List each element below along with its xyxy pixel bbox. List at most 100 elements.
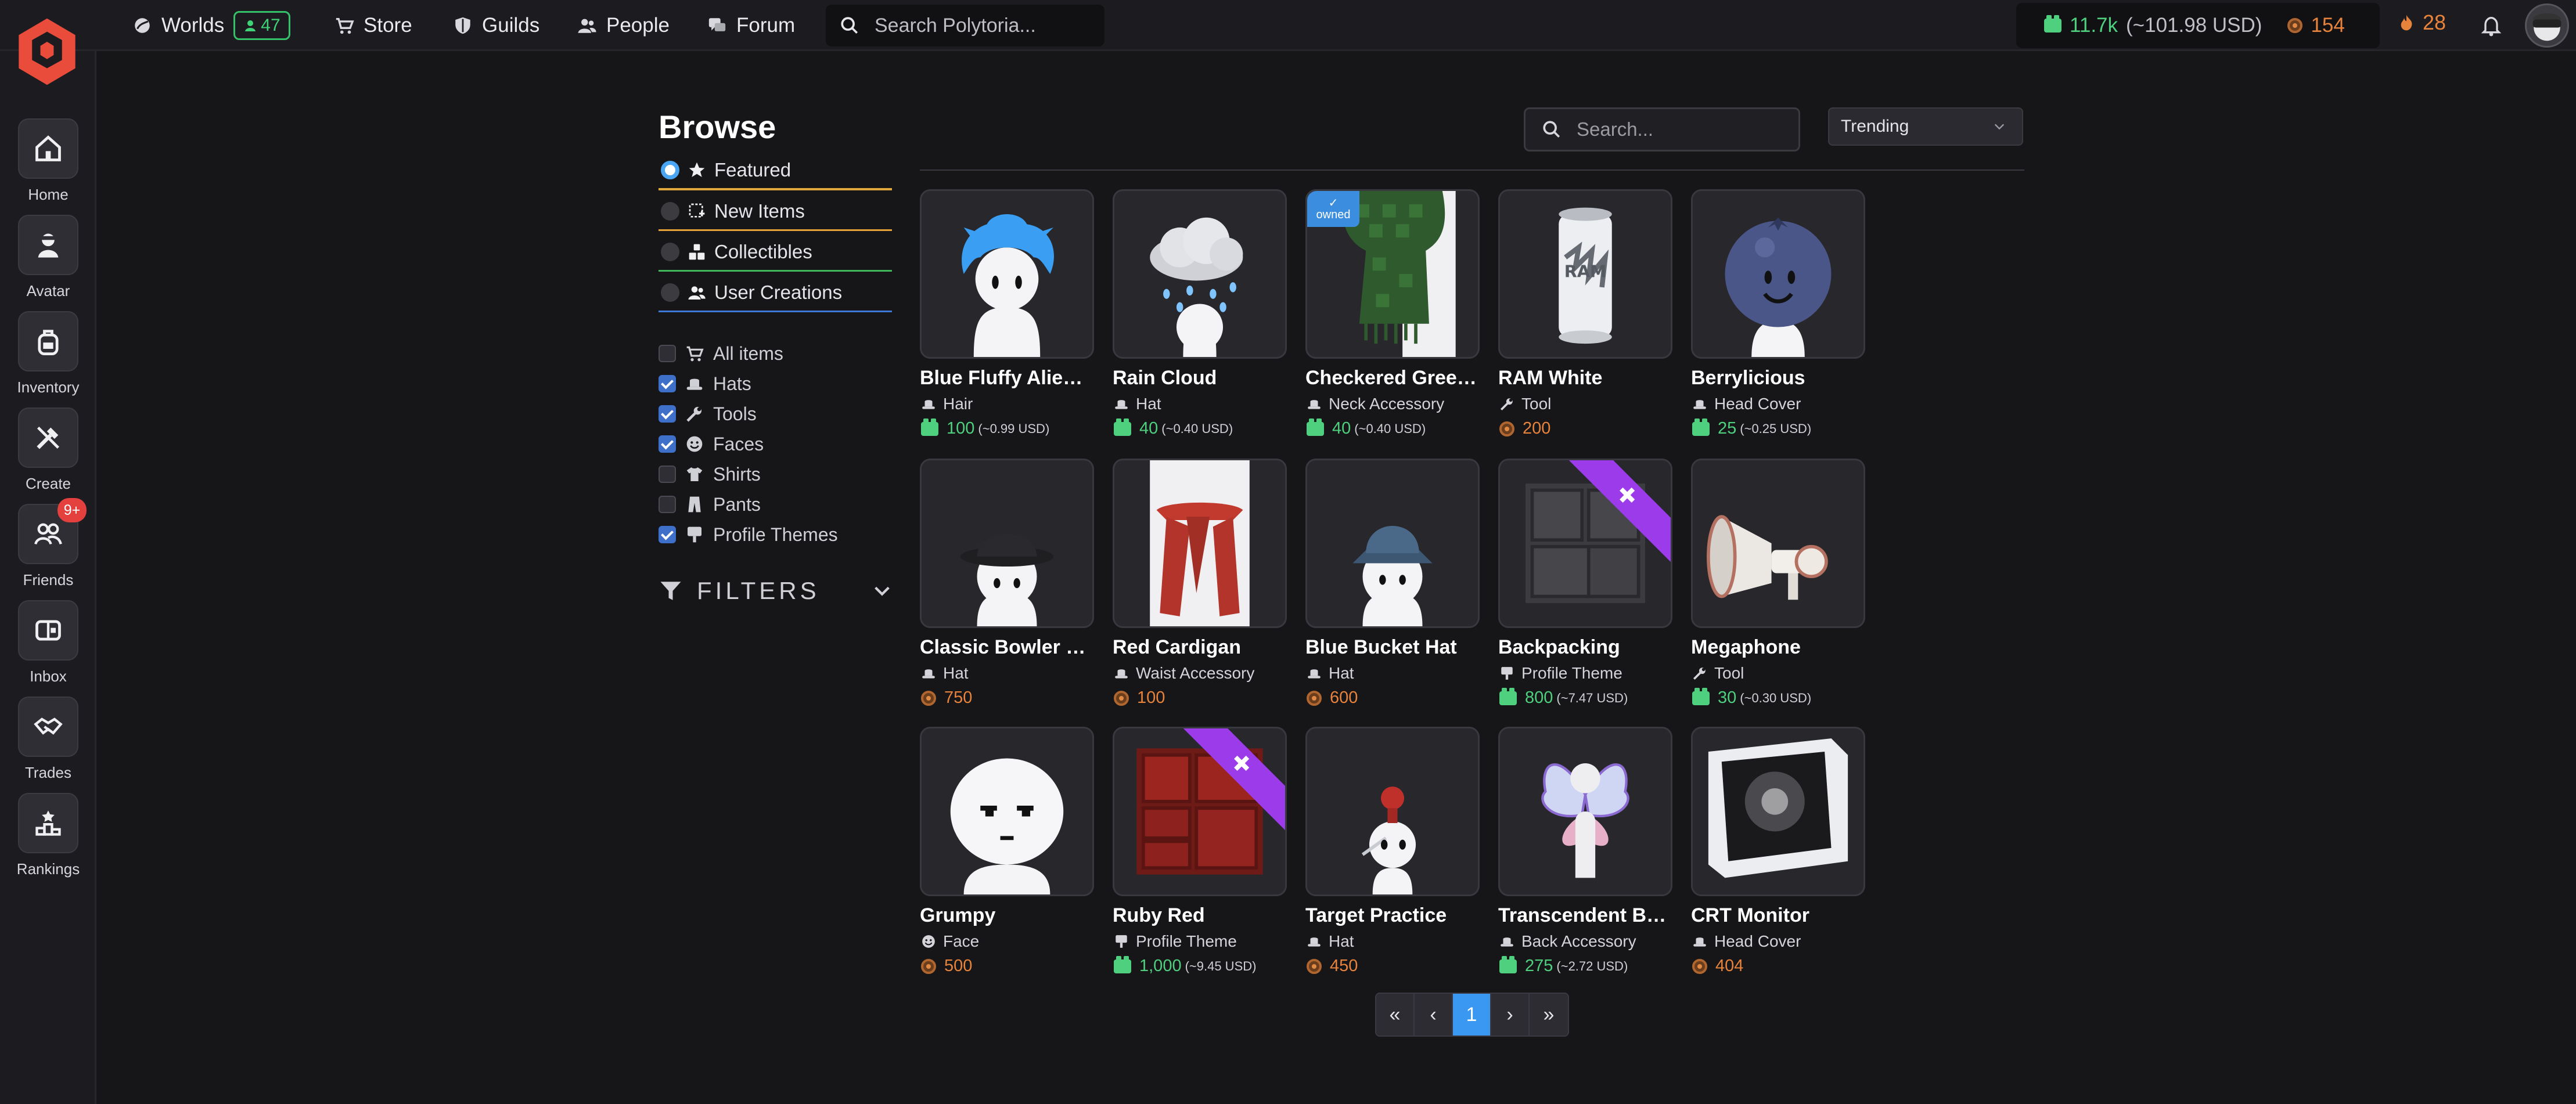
type-filter-faces[interactable]: Faces [659,431,764,457]
item-thumbnail[interactable]: RAM [1498,189,1672,359]
item-thumbnail[interactable] [920,459,1094,628]
item-thumbnail[interactable] [1113,189,1287,359]
item-card[interactable]: ✚ Backpacking Profile Theme 800 (~7.47 US… [1498,459,1672,745]
item-card[interactable]: ✓ owned Checkered Green... Neck Accessory… [1305,189,1480,476]
item-card[interactable]: CRT Monitor Head Cover 404 [1691,727,1865,1013]
page-1-button[interactable]: 1 [1453,994,1491,1036]
category-collectibles[interactable]: Collectibles [659,233,892,272]
category-user-creations[interactable]: User Creations [659,274,892,312]
item-thumbnail[interactable]: ✓ owned [1305,189,1480,359]
item-name[interactable]: Ruby Red [1113,904,1287,927]
item-thumbnail[interactable] [1305,459,1480,628]
item-name[interactable]: Backpacking [1498,636,1672,659]
item-name[interactable]: Grumpy [920,904,1094,927]
type-filter-all-items[interactable]: All items [659,340,783,367]
checkbox[interactable] [659,496,676,513]
sidebar-item-rankings[interactable]: Rankings [0,793,96,878]
currency-balance[interactable]: 11.7k (~101.98 USD) 154 [2016,3,2380,48]
item-name[interactable]: Blue Bucket Hat [1305,636,1480,659]
item-thumbnail[interactable] [920,727,1094,896]
nav-people[interactable]: People [577,10,670,41]
item-card[interactable]: Transcendent But... Back Accessory 275 (~… [1498,727,1672,1013]
checkbox-checked[interactable] [659,405,676,423]
rankings-button[interactable] [18,793,78,853]
item-thumbnail[interactable] [1113,459,1287,628]
item-card[interactable]: Rain Cloud Hat 40 (~0.40 USD) [1113,189,1287,476]
item-card[interactable]: Blue Fluffy Alien ... Hair 100 (~0.99 USD… [920,189,1094,476]
item-card[interactable]: Grumpy Face 500 [920,727,1094,1013]
sidebar-item-friends[interactable]: 9+ Friends [0,498,96,589]
item-card[interactable]: Classic Bowler Hat Hat 750 [920,459,1094,745]
item-name[interactable]: RAM White [1498,367,1672,389]
item-name[interactable]: Megaphone [1691,636,1865,659]
item-thumbnail[interactable]: ✚ [1498,459,1672,628]
first-page-button[interactable]: « [1376,994,1415,1036]
item-thumbnail[interactable] [920,189,1094,359]
inventory-button[interactable] [18,311,78,371]
item-card[interactable]: Target Practice Hat 450 [1305,727,1480,1013]
radio-unselected[interactable] [661,242,679,261]
type-filter-hats[interactable]: Hats [659,370,751,397]
last-page-button[interactable]: » [1530,994,1568,1036]
item-card[interactable]: RAM RAM White Tool 200 [1498,189,1672,476]
nav-guilds[interactable]: Guilds [453,10,539,41]
item-search-input[interactable]: Search... [1524,107,1800,151]
nav-store[interactable]: Store [334,10,412,41]
create-button[interactable] [18,407,78,468]
item-card[interactable]: ✚ Ruby Red Profile Theme 1,000 (~9.45 USD… [1113,727,1287,1013]
filters-toggle[interactable]: FILTERS [659,575,892,607]
item-thumbnail[interactable] [1691,189,1865,359]
bell-icon[interactable] [2480,13,2503,38]
checkbox[interactable] [659,345,676,362]
radio-unselected[interactable] [661,201,679,221]
sidebar-item-trades[interactable]: Trades [0,697,96,782]
item-card[interactable]: Red Cardigan Waist Accessory 100 [1113,459,1287,745]
next-page-button[interactable]: › [1491,994,1530,1036]
item-name[interactable]: CRT Monitor [1691,904,1865,927]
item-thumbnail[interactable] [1305,727,1480,896]
checkbox-checked[interactable] [659,435,676,453]
item-thumbnail[interactable] [1498,727,1672,896]
checkbox[interactable] [659,466,676,483]
item-card[interactable]: Megaphone Tool 30 (~0.30 USD) [1691,459,1865,745]
item-name[interactable]: Blue Fluffy Alien ... [920,367,1094,389]
item-thumbnail[interactable] [1691,727,1865,896]
item-name[interactable]: Checkered Green... [1305,367,1480,389]
item-name[interactable]: Red Cardigan [1113,636,1287,659]
item-name[interactable]: Berrylicious [1691,367,1865,389]
prev-page-button[interactable]: ‹ [1415,994,1453,1036]
global-search-input[interactable]: Search Polytoria... [826,5,1104,46]
radio-selected[interactable] [661,161,679,179]
checkbox-checked[interactable] [659,375,676,392]
item-name[interactable]: Classic Bowler Hat [920,636,1094,659]
inbox-button[interactable] [18,600,78,661]
type-filter-pants[interactable]: Pants [659,491,761,518]
radio-unselected[interactable] [661,283,679,302]
item-name[interactable]: Target Practice [1305,904,1480,927]
item-thumbnail[interactable] [1691,459,1865,628]
sidebar-item-avatar[interactable]: Avatar [0,215,96,300]
item-name[interactable]: Transcendent But... [1498,904,1672,927]
sidebar-item-create[interactable]: Create [0,407,96,493]
item-name[interactable]: Rain Cloud [1113,367,1287,389]
nav-forum[interactable]: Forum [707,10,795,41]
sort-dropdown[interactable]: Trending [1828,107,2023,146]
avatar-button[interactable] [18,215,78,275]
home-button[interactable] [18,118,78,179]
user-avatar[interactable] [2525,3,2569,48]
sidebar-item-inbox[interactable]: Inbox [0,600,96,686]
category-featured[interactable]: Featured [659,152,892,190]
streak-counter[interactable]: 28 [2397,10,2446,35]
item-thumbnail[interactable]: ✚ [1113,727,1287,896]
checkbox-checked[interactable] [659,526,676,543]
type-filter-profile-themes[interactable]: Profile Themes [659,521,838,548]
category-new-items[interactable]: New Items [659,193,892,231]
type-filter-shirts[interactable]: Shirts [659,461,761,488]
item-card[interactable]: Berrylicious Head Cover 25 (~0.25 USD) [1691,189,1865,476]
nav-worlds[interactable]: Worlds 47 [132,10,290,41]
type-filter-tools[interactable]: Tools [659,401,757,427]
trades-button[interactable] [18,697,78,757]
sidebar-item-home[interactable]: Home [0,118,96,204]
sidebar-item-inventory[interactable]: Inventory [0,311,96,396]
friends-button[interactable]: 9+ [18,498,87,564]
